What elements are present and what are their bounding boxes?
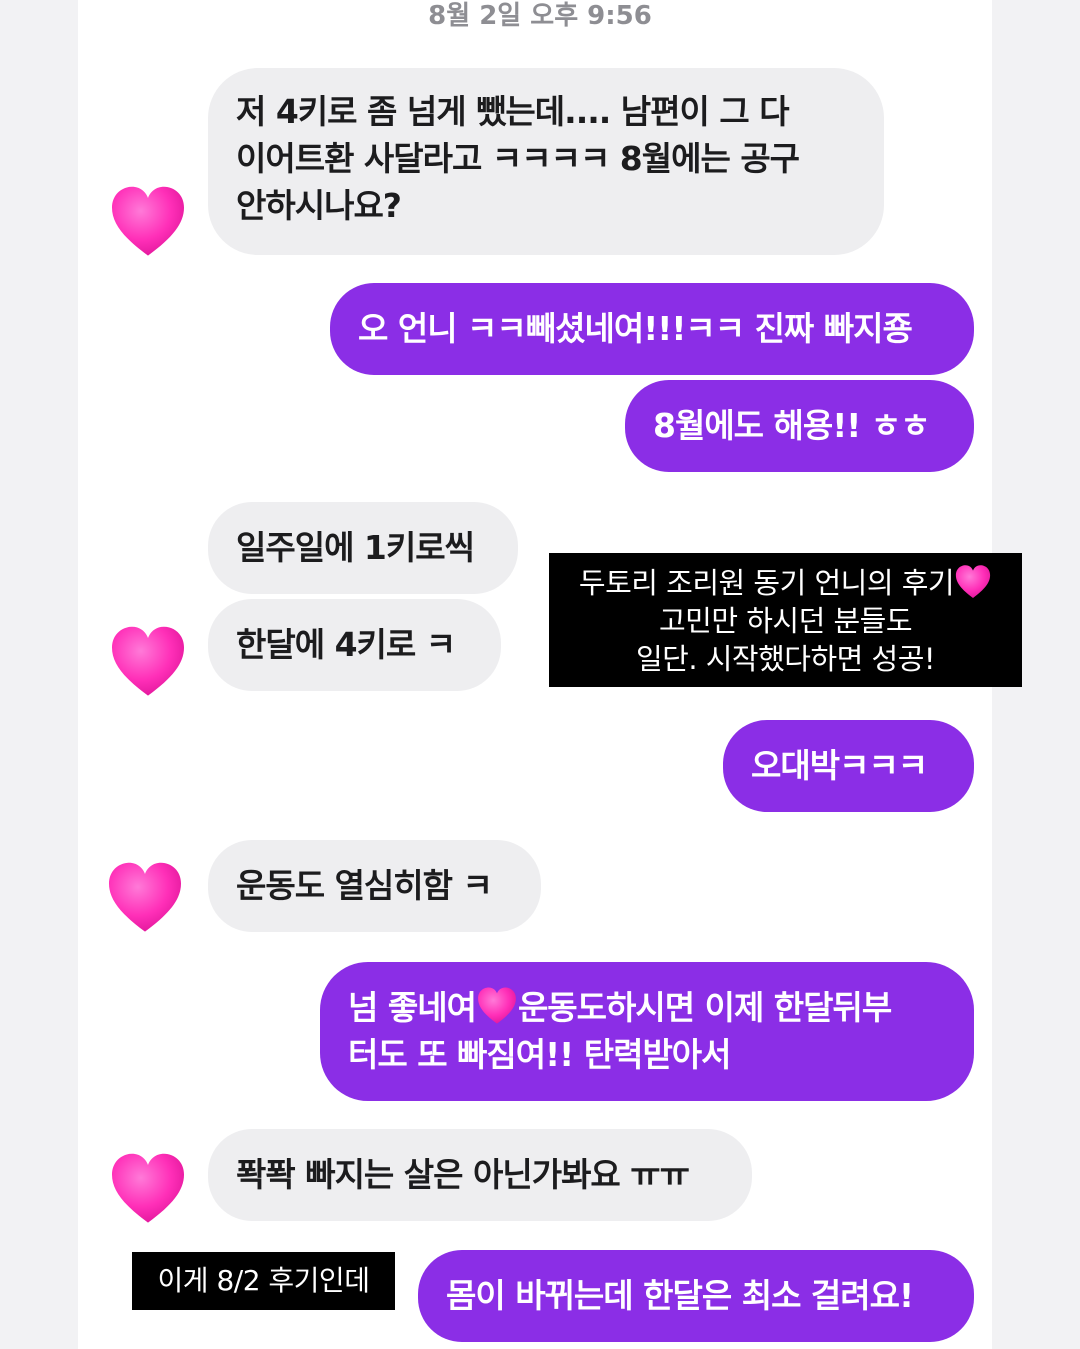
caption-line: 고민만 하시던 분들도: [658, 604, 913, 638]
avatar-heart-icon[interactable]: [108, 622, 188, 702]
message-bubble-incoming[interactable]: 운동도 열심히함 ㅋ: [208, 840, 541, 932]
message-text: 운동도 열심히함 ㅋ: [236, 866, 493, 905]
message-bubble-incoming[interactable]: 퐉퐉 빠지는 살은 아닌가봐요 ㅠㅠ: [208, 1129, 752, 1221]
message-text: 8월에도 해용!! ㅎㅎ: [653, 406, 931, 445]
heart-icon: [954, 563, 992, 601]
message-bubble-incoming[interactable]: 일주일에 1키로씩: [208, 502, 518, 594]
caption-line: 두토리 조리원 동기 언니의 후기: [549, 563, 1022, 602]
message-line: 안하시나요?: [236, 186, 402, 225]
message-text: 한달에 4키로 ㅋ: [236, 625, 456, 664]
message-bubble-outgoing[interactable]: 몸이 바뀌는데 한달은 최소 걸려요!: [418, 1250, 974, 1342]
message-text: 퐉퐉 빠지는 살은 아닌가봐요 ㅠㅠ: [236, 1155, 690, 1194]
review-caption-box: 두토리 조리원 동기 언니의 후기 고민만 하시던 분들도 일단. 시작했다하면…: [549, 553, 1022, 687]
message-text: 몸이 바뀌는데 한달은 최소 걸려요!: [446, 1276, 914, 1315]
message-text: 오 언니 ㅋㅋ빼셨네여!!!ㅋㅋ 진짜 빠지죵: [358, 309, 913, 348]
avatar-heart-icon[interactable]: [108, 182, 188, 262]
timestamp: 8월 2일 오후 9:56: [428, 1, 652, 31]
date-caption-box: 이게 8/2 후기인데: [132, 1252, 395, 1310]
message-bubble-incoming[interactable]: 한달에 4키로 ㅋ: [208, 599, 501, 691]
message-bubble-outgoing[interactable]: 오대박ㅋㅋㅋ: [723, 720, 974, 812]
message-text: 오대박ㅋㅋㅋ: [751, 746, 928, 785]
message-text: 일주일에 1키로씩: [236, 528, 475, 567]
message-line: 터도 또 빠짐여!! 탄력받아서: [348, 1035, 732, 1074]
message-bubble-outgoing[interactable]: 오 언니 ㅋㅋ빼셨네여!!!ㅋㅋ 진짜 빠지죵: [330, 283, 974, 375]
caption-line: 일단. 시작했다하면 성공!: [635, 642, 936, 676]
message-bubble-outgoing[interactable]: 8월에도 해용!! ㅎㅎ: [625, 380, 974, 472]
avatar-heart-icon[interactable]: [108, 1149, 188, 1229]
message-bubble-incoming[interactable]: 저 4키로 좀 넘게 뺐는데.... 남편이 그 다 이어트환 사달라고 ㅋㅋㅋ…: [208, 68, 884, 255]
heart-icon: [476, 985, 518, 1027]
message-line: 넘 좋네여 운동도하시면 이제 한달뒤부: [348, 984, 946, 1031]
message-bubble-outgoing[interactable]: 넘 좋네여 운동도하시면 이제 한달뒤부 터도 또 빠짐여!! 탄력받아서: [320, 962, 974, 1101]
message-line: 이어트환 사달라고 ㅋㅋㅋㅋ 8월에는 공구: [236, 139, 800, 178]
message-line: 저 4키로 좀 넘게 뺐는데.... 남편이 그 다: [236, 92, 790, 131]
avatar-heart-icon[interactable]: [105, 858, 185, 938]
